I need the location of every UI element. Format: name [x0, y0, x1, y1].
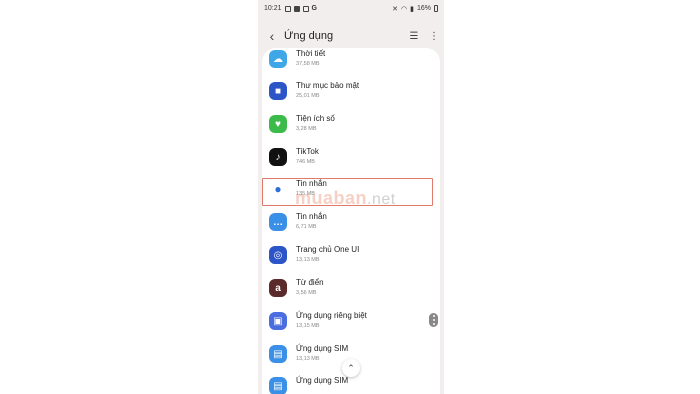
mute-icon: ✕	[392, 5, 399, 13]
app-name: Trang chủ One UI	[296, 245, 360, 254]
watermark-tld: .net	[367, 191, 396, 208]
sim-app-2-icon: ▤	[269, 377, 287, 394]
dictionary-icon: a	[269, 279, 287, 297]
app-list-item[interactable]: ◎ Trang chủ One UI 13,13 MB	[262, 240, 440, 272]
more-options-icon[interactable]: ⋮	[424, 31, 444, 42]
fast-scroll-handle[interactable]	[429, 313, 438, 327]
google-icon: G	[311, 5, 317, 12]
dual-app-icon: ▣	[269, 312, 287, 330]
app-name: Ứng dụng riêng biệt	[296, 311, 367, 320]
battery-icon	[434, 5, 438, 12]
app-size: 3,56 MB	[296, 290, 317, 296]
wifi-icon: ◠	[401, 5, 408, 13]
app-size: 6,71 MB	[296, 224, 317, 230]
app-size: 13,13 MB	[296, 257, 320, 263]
watermark-brand: muaban	[295, 188, 368, 208]
app-name: Thời tiết	[296, 49, 326, 58]
chevron-up-icon: ⌃	[347, 362, 355, 373]
app-size: 13,15 MB	[296, 323, 320, 329]
app-size: 746 MB	[296, 159, 315, 165]
app-list-item[interactable]: ♪ TikTok 746 MB	[262, 142, 440, 174]
secure-folder-icon: ■	[269, 82, 287, 100]
status-bar: 10:21 G ✕ ◠ ▮ 16%	[258, 0, 444, 17]
watermark: muaban.net	[295, 188, 396, 209]
app-header: ‹ Ứng dụng ☰ ⋮	[258, 24, 444, 48]
app-list-item[interactable]: ■ Thư mục bảo mật 25,01 MB	[262, 76, 440, 108]
notification-icon	[284, 5, 291, 12]
page-title: Ứng dụng	[284, 30, 334, 42]
tiktok-icon: ♪	[269, 148, 287, 166]
google-messages-icon: ●	[269, 180, 287, 198]
app-name: Từ điển	[296, 278, 324, 287]
app-list-item[interactable]: ▣ Ứng dụng riêng biệt 13,15 MB	[262, 306, 440, 338]
app-name: Ứng dụng SIM	[296, 376, 349, 385]
status-time: 10:21	[264, 5, 282, 12]
app-list: ☁ Thời tiết 37,58 MB ■ Thư mục bảo mật 25,01 …	[262, 48, 440, 394]
filter-sort-icon[interactable]: ☰	[404, 31, 424, 42]
back-arrow-icon[interactable]: ‹	[260, 28, 284, 44]
app-name: Thư mục bảo mật	[296, 81, 360, 90]
notification-icon-3	[302, 5, 309, 12]
app-size: 3,28 MB	[296, 126, 317, 132]
app-size: 37,58 MB	[296, 61, 320, 67]
battery-level: 16%	[416, 5, 431, 12]
app-name: Tin nhắn	[296, 212, 327, 221]
app-size: 13,13 MB	[296, 356, 320, 362]
sim-app-icon: ▤	[269, 345, 287, 363]
samsung-messages-icon: …	[269, 213, 287, 231]
app-name: Ứng dụng SIM	[296, 344, 349, 353]
digital-wellbeing-icon: ♥	[269, 115, 287, 133]
app-list-item[interactable]: ☁ Thời tiết 37,58 MB	[262, 48, 440, 76]
signal-icon: ▮	[410, 5, 414, 13]
app-name: Tiện ích số	[296, 114, 335, 123]
one-ui-home-icon: ◎	[269, 246, 287, 264]
scroll-to-top-button[interactable]: ⌃	[342, 359, 360, 377]
app-list-item[interactable]: a Từ điển 3,56 MB	[262, 273, 440, 305]
app-list-item[interactable]: ♥ Tiện ích số 3,28 MB	[262, 109, 440, 141]
notification-icon-2	[293, 5, 300, 12]
app-size: 25,01 MB	[296, 93, 320, 99]
app-name: TikTok	[296, 147, 319, 156]
weather-icon: ☁	[269, 50, 287, 68]
app-name: Tin nhắn	[296, 179, 327, 188]
app-list-item[interactable]: … Tin nhắn 6,71 MB	[262, 207, 440, 239]
